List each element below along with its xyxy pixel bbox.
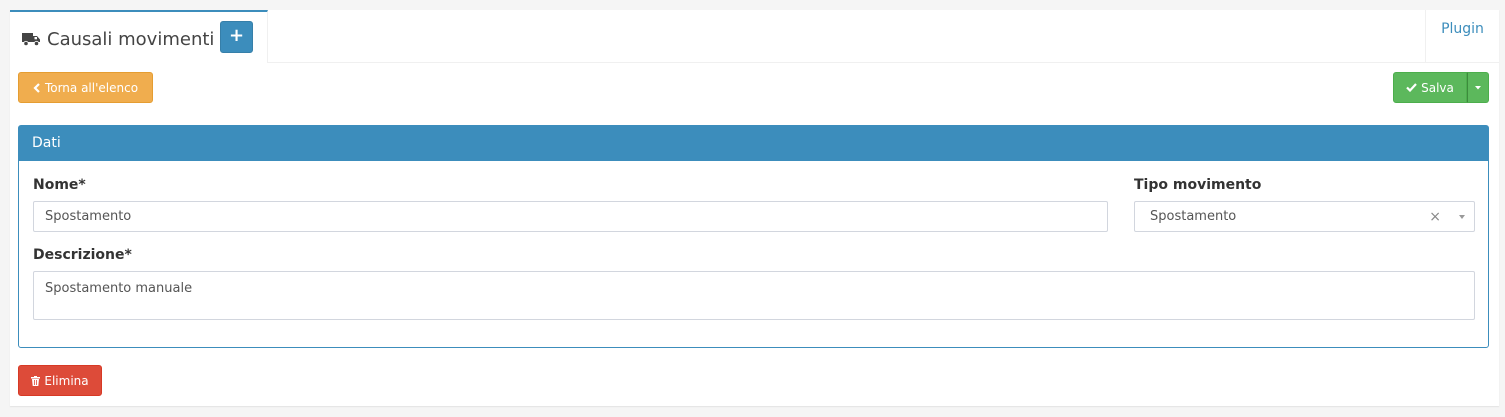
add-causale-button[interactable]: + xyxy=(220,21,253,53)
nome-label: Nome* xyxy=(33,177,86,193)
tab-title-wrap: Causali movimenti xyxy=(22,23,214,55)
truck-icon xyxy=(22,33,40,46)
tipo-movimento-label: Tipo movimento xyxy=(1134,177,1262,193)
back-label: Torna all'elenco xyxy=(44,80,139,95)
panel-title: Dati xyxy=(19,126,1488,161)
caret-down-icon xyxy=(1475,85,1481,89)
nome-input[interactable]: Spostamento xyxy=(33,201,1108,232)
save-options-toggle[interactable] xyxy=(1467,72,1489,103)
back-to-list-button[interactable]: Torna all'elenco xyxy=(18,72,153,103)
tab-plugin[interactable]: Plugin xyxy=(1425,10,1499,63)
page-title: Causali movimenti xyxy=(47,28,215,50)
tipo-movimento-select[interactable]: Spostamento × xyxy=(1134,201,1475,232)
save-label: Salva xyxy=(1421,80,1454,95)
descrizione-label: Descrizione* xyxy=(33,247,132,263)
delete-label: Elimina xyxy=(44,373,89,388)
tipo-movimento-value: Spostamento xyxy=(1150,209,1237,224)
main-card: Causali movimenti + Plugin Torna all'ele… xyxy=(10,10,1499,406)
descrizione-textarea[interactable]: Spostamento manuale xyxy=(33,271,1475,320)
delete-button[interactable]: Elimina xyxy=(18,365,102,396)
nome-value: Spostamento xyxy=(45,209,132,224)
descrizione-value: Spostamento manuale xyxy=(45,281,193,296)
trash-icon xyxy=(31,375,41,386)
data-panel: Dati Nome* Spostamento Tipo movimento Sp… xyxy=(18,125,1489,348)
plugin-link[interactable]: Plugin xyxy=(1441,21,1484,37)
save-button[interactable]: Salva xyxy=(1393,72,1467,103)
plus-icon: + xyxy=(228,25,245,46)
caret-down-icon xyxy=(1459,215,1465,219)
check-icon xyxy=(1406,83,1417,92)
clear-icon[interactable]: × xyxy=(1429,209,1441,225)
tab-strip: Causali movimenti + Plugin xyxy=(10,10,1499,63)
chevron-left-icon xyxy=(33,82,40,93)
